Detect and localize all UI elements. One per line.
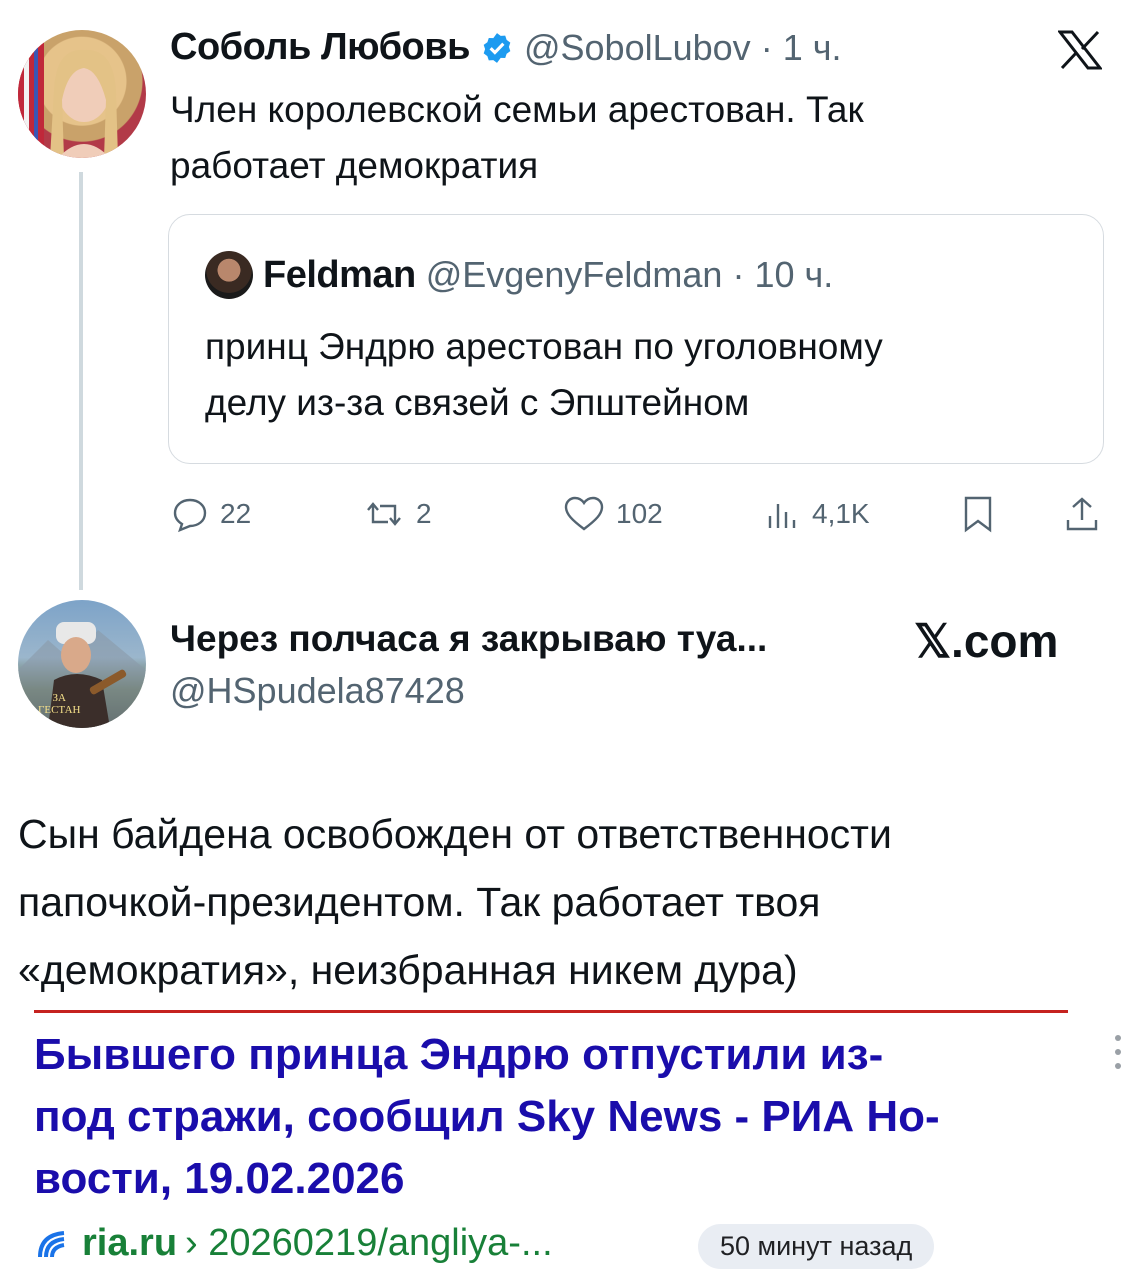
repost-count: 2 — [416, 498, 432, 529]
avatar-caption-line: ЗА — [52, 692, 66, 704]
author-avatar[interactable]: ЗА ГЕСТАН — [18, 600, 146, 728]
reply-count: 22 — [220, 498, 252, 529]
bookmark-icon — [964, 496, 992, 533]
like-count: 102 — [616, 498, 663, 529]
author-handle[interactable]: @SobolLubov — [524, 27, 751, 69]
quoted-tweet-card[interactable]: Feldman @EvgenyFeldman · 10 ч. принц Энд… — [168, 214, 1104, 464]
reply-icon — [173, 498, 207, 533]
quote-author-name[interactable]: Feldman — [263, 254, 416, 297]
x-logo-icon[interactable] — [1056, 30, 1104, 75]
title-line: под стражи, сообщил Sky News - РИА Но- — [34, 1092, 940, 1141]
quote-text-line: принц Эндрю арестован по уголовному — [205, 326, 883, 367]
bookmark-button[interactable] — [960, 494, 996, 534]
tweet-header: Соболь Любовь @SobolLubov · 1 ч. — [170, 26, 841, 69]
reply-text-line: Сын байдена освобожден от ответственност… — [18, 811, 892, 857]
like-button[interactable]: 102 — [562, 494, 663, 534]
tweet-text: Член королевской семьи арестован. Так ра… — [170, 82, 1070, 194]
author-name[interactable]: Соболь Любовь — [170, 26, 470, 69]
quote-handle[interactable]: @EvgenyFeldman — [426, 254, 723, 296]
separator-dot: · — [760, 26, 773, 68]
verified-badge-icon — [480, 31, 514, 65]
share-icon — [1066, 497, 1098, 531]
quote-avatar[interactable] — [205, 251, 253, 299]
tweet-time[interactable]: 1 ч. — [783, 27, 842, 69]
tweet-text-line: Член королевской семьи арестован. Так — [170, 89, 864, 130]
avatar-caption-line: ГЕСТАН — [38, 704, 81, 716]
quote-header: Feldman @EvgenyFeldman · 10 ч. — [205, 251, 833, 299]
views-icon — [768, 504, 796, 528]
red-divider — [34, 1010, 1068, 1013]
x-com-logo[interactable]: 𝕏.com — [914, 614, 1058, 668]
repost-button[interactable]: 2 — [362, 494, 432, 534]
thread-line — [79, 172, 83, 590]
ria-logo-icon — [34, 1227, 74, 1261]
reply-text: Сын байдена освобожден от ответственност… — [18, 800, 1108, 1004]
separator-dot: · — [732, 254, 745, 295]
result-url[interactable]: ria.ru › 20260219/angliya-... — [34, 1222, 553, 1265]
result-path[interactable]: › 20260219/angliya-... — [185, 1222, 553, 1265]
result-site[interactable]: ria.ru — [82, 1222, 177, 1265]
quote-text-line: делу из-за связей с Эпштейном — [205, 382, 750, 423]
author-handle[interactable]: @HSpudela87428 — [170, 670, 465, 712]
quote-time[interactable]: 10 ч. — [754, 254, 833, 296]
reply-button[interactable]: 22 — [170, 494, 251, 534]
search-result-title[interactable]: Бывшего принца Эндрю отпустили из- под с… — [34, 1024, 1094, 1210]
views-count: 4,1K — [812, 498, 870, 529]
heart-icon — [564, 496, 604, 531]
author-name[interactable]: Через полчаса я закрываю туа... — [170, 618, 767, 660]
title-line: Бывшего принца Эндрю отпустили из- — [34, 1030, 884, 1079]
views-button[interactable]: 4,1K — [762, 494, 870, 534]
repost-icon — [367, 502, 401, 526]
title-line: вости, 19.02.2026 — [34, 1154, 405, 1203]
quote-text: принц Эндрю арестован по уголовному делу… — [205, 319, 1085, 431]
more-options-icon[interactable] — [1112, 1030, 1124, 1085]
reply-text-line: папочкой-президентом. Так работает твоя — [18, 879, 821, 925]
author-avatar[interactable] — [18, 30, 146, 158]
tweet-text-line: работает демократия — [170, 145, 539, 186]
reply-text-line: «демократия», неизбранная никем дура) — [18, 947, 798, 993]
avatar-caption: ЗА ГЕСТАН — [38, 692, 80, 716]
time-badge: 50 минут назад — [698, 1224, 935, 1269]
share-button[interactable] — [1062, 494, 1102, 534]
